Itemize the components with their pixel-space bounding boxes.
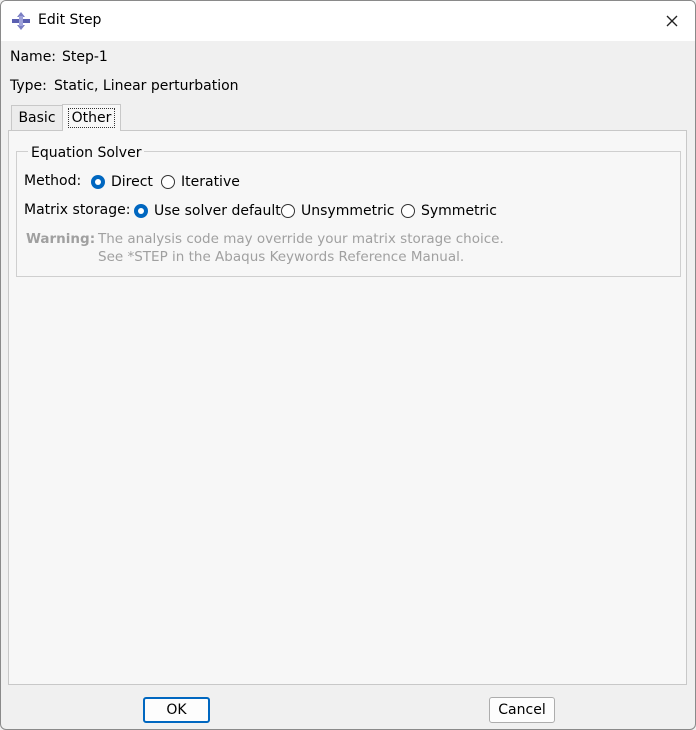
radio-iterative[interactable]: Iterative	[161, 174, 240, 190]
equation-solver-title: Equation Solver	[28, 145, 145, 161]
ok-button[interactable]: OK	[143, 697, 210, 723]
radio-use-solver-default-label: Use solver default	[154, 203, 281, 219]
matrix-storage-label: Matrix storage:	[24, 202, 131, 218]
name-label: Name:	[10, 49, 57, 65]
warning-label: Warning:	[26, 231, 96, 247]
radio-unsymmetric[interactable]: Unsymmetric	[281, 203, 394, 219]
radio-direct[interactable]: Direct	[91, 174, 153, 190]
tab-other-label: Other	[67, 108, 116, 128]
method-label: Method:	[24, 173, 82, 189]
warning-text-line2: See *STEP in the Abaqus Keywords Referen…	[98, 249, 465, 265]
radio-iterative-label: Iterative	[181, 174, 240, 190]
cancel-button[interactable]: Cancel	[489, 697, 555, 723]
radio-unsymmetric-indicator	[281, 204, 295, 218]
tab-basic[interactable]: Basic	[11, 105, 63, 130]
radio-symmetric-label: Symmetric	[421, 203, 497, 219]
radio-symmetric[interactable]: Symmetric	[401, 203, 497, 219]
title-bar: Edit Step	[1, 1, 695, 41]
radio-unsymmetric-label: Unsymmetric	[301, 203, 395, 219]
radio-symmetric-indicator	[401, 204, 415, 218]
close-button[interactable]	[649, 1, 695, 41]
radio-direct-indicator	[91, 175, 105, 189]
window-title: Edit Step	[38, 12, 102, 28]
radio-iterative-indicator	[161, 175, 175, 189]
tab-basic-label: Basic	[18, 110, 56, 126]
radio-direct-label: Direct	[111, 174, 153, 190]
name-value: Step-1	[62, 49, 108, 65]
close-icon	[666, 15, 678, 27]
tab-panel-other: Equation Solver Method: Direct Iterative…	[8, 130, 687, 685]
abaqus-step-icon	[12, 12, 30, 30]
type-label: Type:	[10, 78, 47, 94]
tab-other[interactable]: Other	[62, 104, 121, 131]
radio-use-solver-default[interactable]: Use solver default	[134, 203, 281, 219]
type-value: Static, Linear perturbation	[54, 78, 239, 94]
edit-step-dialog: Edit Step Name: Step-1 Type: Static, Lin…	[0, 0, 696, 730]
radio-use-solver-default-indicator	[134, 204, 148, 218]
warning-text-line1: The analysis code may override your matr…	[98, 231, 504, 247]
